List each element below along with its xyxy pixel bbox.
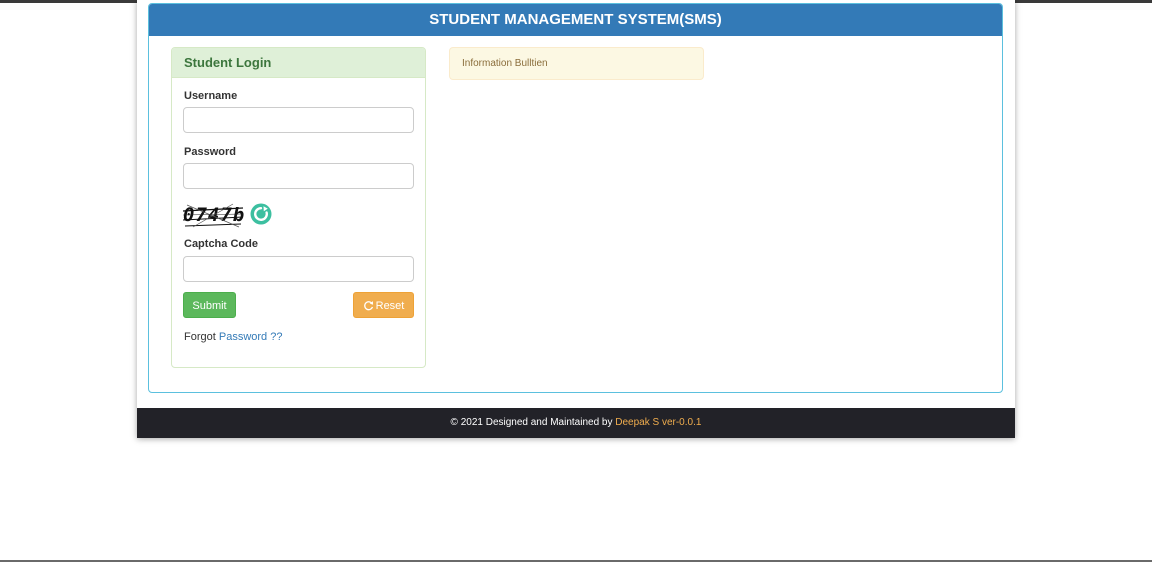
forgot-password-link[interactable]: Password ?? (219, 331, 283, 343)
reset-refresh-icon (363, 301, 373, 311)
student-login-panel: Student Login Username Password 0747b (171, 47, 426, 368)
information-bulletin-panel: Information Bulltien (449, 47, 704, 80)
username-label: Username (184, 90, 238, 102)
reset-button[interactable]: Reset (353, 292, 414, 318)
reset-button-label: Reset (375, 300, 405, 312)
submit-button-label: Submit (192, 300, 227, 312)
page-container: STUDENT MANAGEMENT SYSTEM(SMS) Student L… (137, 0, 1015, 438)
footer-author: Deepak S ver-0.0.1 (615, 417, 702, 428)
login-panel-heading: Student Login (172, 48, 425, 78)
forgot-password-row: Forgot Password ?? (184, 331, 282, 343)
captcha-image: 0747b (183, 202, 245, 228)
footer: © 2021 Designed and Maintained by Deepak… (137, 408, 1015, 438)
password-label: Password (184, 146, 236, 158)
captcha-code-label: Captcha Code (184, 238, 258, 250)
password-input[interactable] (183, 163, 414, 189)
footer-text: © 2021 Designed and Maintained by (450, 417, 613, 428)
forgot-text: Forgot (184, 331, 216, 343)
submit-button[interactable]: Submit (183, 292, 236, 318)
page-title: STUDENT MANAGEMENT SYSTEM(SMS) (149, 4, 1002, 36)
captcha-noise (183, 203, 244, 228)
captcha-code-input[interactable] (183, 256, 414, 282)
captcha-refresh-icon[interactable] (250, 203, 272, 225)
username-input[interactable] (183, 107, 414, 133)
information-bulletin-heading: Information Bulltien (462, 58, 548, 69)
main-panel: STUDENT MANAGEMENT SYSTEM(SMS) Student L… (148, 3, 1003, 393)
